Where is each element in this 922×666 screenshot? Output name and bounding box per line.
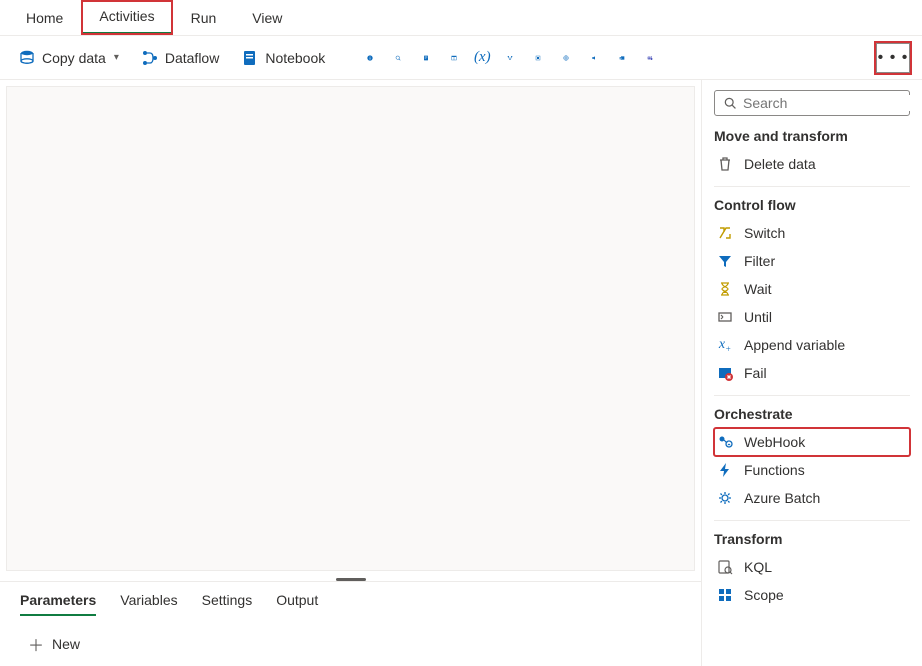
search-icon[interactable] [389, 49, 407, 67]
menu-label: Scope [744, 587, 784, 603]
chevron-down-icon: ▾ [114, 52, 119, 63]
branch-icon [141, 49, 159, 67]
menu-switch[interactable]: Switch [714, 219, 910, 247]
menu-wait[interactable]: Wait [714, 275, 910, 303]
menu-webhook[interactable]: WebHook [714, 428, 910, 456]
database-icon [18, 49, 36, 67]
webhook-icon [716, 433, 734, 451]
menu-delete-data[interactable]: Delete data [714, 150, 910, 178]
menu-label: Functions [744, 462, 805, 478]
menu-label: Switch [744, 225, 785, 241]
teams-icon[interactable]: T [641, 49, 659, 67]
copy-data-button[interactable]: Copy data ▾ [12, 45, 125, 71]
canvas-column: Parameters Variables Settings Output ＋ N… [0, 80, 702, 666]
menu-scope[interactable]: Scope [714, 581, 910, 609]
pipeline-icon[interactable] [501, 49, 519, 67]
menu-label: Until [744, 309, 772, 325]
top-tabs: Home Activities Run View [0, 0, 922, 36]
menu-azure-batch[interactable]: Azure Batch [714, 484, 910, 512]
search-input[interactable] [743, 95, 922, 111]
menu-fail[interactable]: Fail [714, 359, 910, 387]
dataflow-button[interactable]: Dataflow [135, 45, 225, 71]
menu-label: Delete data [744, 156, 816, 172]
activities-panel: Move and transform Delete data Control f… [702, 80, 922, 666]
gear-icon [716, 489, 734, 507]
hourglass-icon [716, 280, 734, 298]
new-label: New [52, 636, 80, 652]
table-icon[interactable] [445, 49, 463, 67]
scope-icon [716, 586, 734, 604]
globe-icon[interactable] [557, 49, 575, 67]
tab-run[interactable]: Run [173, 0, 235, 35]
notebook-icon [241, 49, 259, 67]
menu-functions[interactable]: Functions [714, 456, 910, 484]
section-move-transform: Move and transform [714, 128, 910, 144]
tab-parameters[interactable]: Parameters [20, 592, 96, 616]
megaphone-icon[interactable] [585, 49, 603, 67]
tab-activities[interactable]: Activities [81, 0, 172, 35]
menu-kql[interactable]: KQL [714, 553, 910, 581]
copy-data-label: Copy data [42, 50, 106, 66]
filter-icon [716, 252, 734, 270]
info-icon[interactable]: i [361, 49, 379, 67]
outlook-icon[interactable]: O [613, 49, 631, 67]
tab-variables[interactable]: Variables [120, 592, 177, 616]
menu-label: Fail [744, 365, 767, 381]
notebook-label: Notebook [265, 50, 325, 66]
template-icon[interactable] [529, 49, 547, 67]
separator [714, 520, 910, 521]
bottom-tabs: Parameters Variables Settings Output [0, 581, 701, 622]
tab-settings[interactable]: Settings [202, 592, 253, 616]
script-icon[interactable] [417, 49, 435, 67]
svg-text:i: i [370, 56, 371, 60]
menu-label: Filter [744, 253, 775, 269]
tab-home[interactable]: Home [8, 0, 81, 35]
toolbar: Copy data ▾ Dataflow Notebook i (x) O T … [0, 36, 922, 80]
variable-plus-icon: x+ [716, 336, 734, 354]
main: Parameters Variables Settings Output ＋ N… [0, 80, 922, 666]
menu-append-variable[interactable]: x+ Append variable [714, 331, 910, 359]
lightning-icon [716, 461, 734, 479]
menu-label: Wait [744, 281, 771, 297]
plus-icon: ＋ [28, 632, 44, 656]
menu-label: Append variable [744, 337, 845, 353]
more-button[interactable]: • • • [876, 43, 910, 73]
pipeline-canvas[interactable] [6, 86, 695, 571]
variable-icon[interactable]: (x) [473, 49, 491, 67]
menu-label: KQL [744, 559, 772, 575]
kql-icon [716, 558, 734, 576]
section-orchestrate: Orchestrate [714, 406, 910, 422]
menu-label: Azure Batch [744, 490, 820, 506]
switch-icon [716, 224, 734, 242]
search-icon [723, 96, 737, 110]
menu-until[interactable]: Until [714, 303, 910, 331]
section-transform: Transform [714, 531, 910, 547]
notebook-button[interactable]: Notebook [235, 45, 331, 71]
loop-icon [716, 308, 734, 326]
separator [714, 186, 910, 187]
dataflow-label: Dataflow [165, 50, 219, 66]
menu-filter[interactable]: Filter [714, 247, 910, 275]
fail-icon [716, 364, 734, 382]
section-control-flow: Control flow [714, 197, 910, 213]
new-button[interactable]: ＋ New [0, 622, 701, 666]
tab-view[interactable]: View [234, 0, 300, 35]
trash-icon [716, 155, 734, 173]
tab-output[interactable]: Output [276, 592, 318, 616]
separator [714, 395, 910, 396]
menu-label: WebHook [744, 434, 805, 450]
search-box[interactable] [714, 90, 910, 116]
